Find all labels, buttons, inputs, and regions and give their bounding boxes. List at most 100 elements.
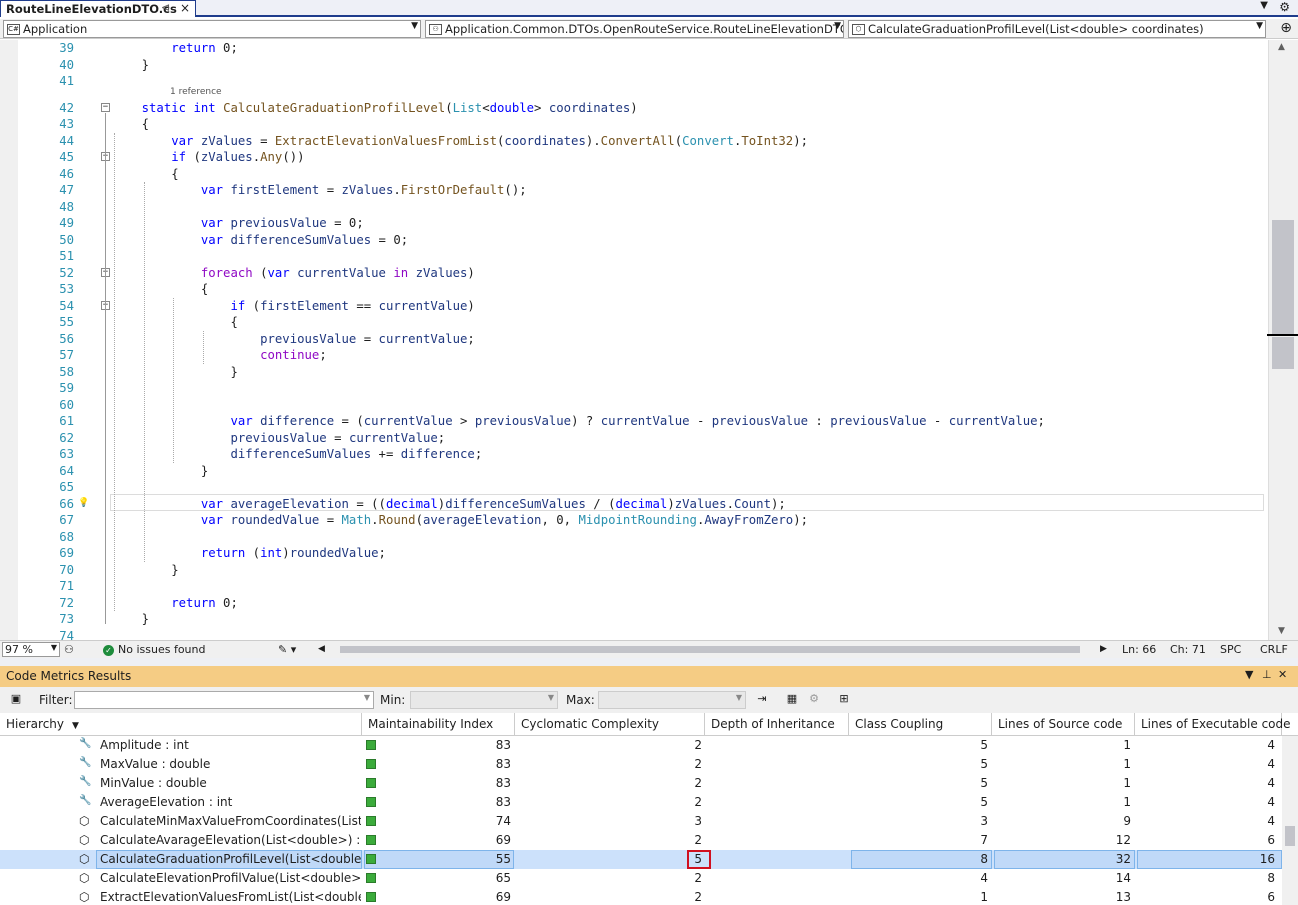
tab-overflow-icon[interactable]: ▼ bbox=[1260, 0, 1268, 11]
column-executable-lines[interactable]: Lines of Executable code bbox=[1135, 713, 1291, 736]
min-input[interactable]: ▼ bbox=[410, 691, 558, 709]
code-line[interactable]: 44 var zValues = ExtractElevationValuesF… bbox=[0, 133, 1268, 150]
health-icon[interactable]: ⚇ bbox=[64, 643, 74, 656]
chevron-down-icon: ▼ bbox=[50, 643, 57, 652]
code-line[interactable]: 58 } bbox=[0, 364, 1268, 381]
code-line[interactable]: 50 var differenceSumValues = 0; bbox=[0, 232, 1268, 249]
gear-icon[interactable]: ⚙ bbox=[806, 692, 822, 707]
column-maintainability[interactable]: Maintainability Index bbox=[362, 713, 515, 736]
line-ending-status[interactable]: CRLF bbox=[1260, 643, 1288, 656]
member-dropdown[interactable]: ⬡ CalculateGraduationProfilLevel(List<dou… bbox=[848, 20, 1266, 38]
code-line[interactable]: 42 static int CalculateGraduationProfilL… bbox=[0, 100, 1268, 117]
tab-routelineelevationdto[interactable]: RouteLineElevationDTO.cs ⊲ × bbox=[0, 0, 196, 17]
panel-scrollbar-thumb[interactable] bbox=[1285, 826, 1295, 846]
code-line[interactable]: 47 var firstElement = zValues.FirstOrDef… bbox=[0, 182, 1268, 199]
code-line[interactable]: 46 { bbox=[0, 166, 1268, 183]
code-line[interactable]: 52 foreach (var currentValue in zValues)… bbox=[0, 265, 1268, 282]
zoom-dropdown[interactable]: 97 % ▼ bbox=[2, 642, 60, 657]
pin-icon[interactable]: ⊲ bbox=[161, 1, 170, 14]
table-row[interactable]: 🔧 AverageElevation : int 83 2 5 1 4 bbox=[0, 793, 1282, 812]
column-hierarchy[interactable]: Hierarchy ▼ bbox=[0, 713, 362, 736]
lightbulb-icon[interactable]: 💡 bbox=[78, 497, 89, 510]
line-number-status[interactable]: Ln: 66 bbox=[1122, 643, 1156, 656]
settings-icon[interactable]: ⚙ bbox=[1279, 0, 1290, 14]
code-line[interactable]: 62 previousValue = currentValue; bbox=[0, 430, 1268, 447]
vertical-scrollbar[interactable]: ▲ ▼ bbox=[1267, 40, 1298, 640]
scrollbar-thumb-lower[interactable] bbox=[1272, 337, 1294, 369]
code-line[interactable]: 63 differenceSumValues += difference; bbox=[0, 446, 1268, 463]
project-dropdown[interactable]: C# Application ▼ bbox=[3, 20, 421, 38]
code-text: var firstElement = zValues.FirstOrDefaul… bbox=[200, 183, 527, 197]
scroll-up-icon[interactable]: ▲ bbox=[1278, 42, 1285, 52]
indent-guide bbox=[114, 132, 115, 611]
collapse-icon[interactable]: − bbox=[101, 102, 110, 112]
code-line[interactable]: 65 bbox=[0, 479, 1268, 496]
code-area[interactable]: 1 reference 39 return 0; 40 } 41 42 static … bbox=[0, 40, 1268, 640]
code-line[interactable]: 55 { bbox=[0, 314, 1268, 331]
scrollbar-thumb[interactable] bbox=[1272, 220, 1294, 335]
code-line[interactable]: 54 if (firstElement == currentValue) − bbox=[0, 298, 1268, 315]
class-dropdown[interactable]: ⚇ Application.Common.DTOs.OpenRouteServic… bbox=[425, 20, 844, 38]
export-excel-icon[interactable]: ▦ bbox=[784, 692, 800, 707]
panel-splitter[interactable] bbox=[0, 658, 1298, 666]
scroll-left-icon[interactable]: ◀ bbox=[318, 644, 325, 654]
column-depth[interactable]: Depth of Inheritance bbox=[705, 713, 849, 736]
column-source-lines[interactable]: Lines of Source code bbox=[992, 713, 1135, 736]
code-line[interactable]: 39 return 0; bbox=[0, 40, 1268, 57]
horizontal-scrollbar[interactable] bbox=[330, 646, 1092, 653]
issues-indicator[interactable]: ✓ No issues found bbox=[103, 643, 205, 656]
panel-dropdown-icon[interactable]: ▼ bbox=[1245, 668, 1253, 681]
max-input[interactable]: ▼ bbox=[598, 691, 746, 709]
code-line[interactable]: 45 if (zValues.Any()) − bbox=[0, 149, 1268, 166]
code-line[interactable]: 71 bbox=[0, 578, 1268, 595]
code-line[interactable]: 74 bbox=[0, 628, 1268, 641]
code-line[interactable]: 67 var roundedValue = Math.Round(average… bbox=[0, 512, 1268, 529]
close-tab-icon[interactable]: × bbox=[180, 1, 190, 15]
code-line[interactable]: 72 return 0; bbox=[0, 595, 1268, 612]
code-line[interactable]: 60 bbox=[0, 397, 1268, 414]
table-row[interactable]: ⬡ CalculateAvarageElevation(List<double>)… bbox=[0, 831, 1282, 850]
calculate-metrics-icon[interactable]: ▣ bbox=[8, 692, 24, 707]
column-coupling[interactable]: Class Coupling bbox=[849, 713, 992, 736]
code-line[interactable]: 56 previousValue = currentValue; bbox=[0, 331, 1268, 348]
code-line[interactable]: 69 return (int)roundedValue; bbox=[0, 545, 1268, 562]
code-line[interactable]: 48 bbox=[0, 199, 1268, 216]
code-line[interactable]: 64 } bbox=[0, 463, 1268, 480]
table-row[interactable]: ⬡ CalculateGraduationProfilLevel(List<dou… bbox=[0, 850, 1282, 869]
code-line[interactable]: 53 { bbox=[0, 281, 1268, 298]
table-row[interactable]: ⬡ CalculateMinMaxValueFromCoordinates(Lis… bbox=[0, 812, 1282, 831]
column-status[interactable]: Ch: 71 bbox=[1170, 643, 1206, 656]
code-line[interactable]: 61 var difference = (currentValue > prev… bbox=[0, 413, 1268, 430]
sort-down-icon[interactable]: ▼ bbox=[72, 721, 79, 731]
code-line[interactable]: 51 bbox=[0, 248, 1268, 265]
table-row[interactable]: ⬡ ExtractElevationValuesFromList(List<dou… bbox=[0, 888, 1282, 905]
pin-icon[interactable]: ⊥ bbox=[1262, 668, 1272, 681]
scroll-right-icon[interactable]: ▶ bbox=[1100, 644, 1107, 654]
add-remove-columns-icon[interactable]: ⊞ bbox=[836, 692, 852, 707]
code-line[interactable]: 49 var previousValue = 0; bbox=[0, 215, 1268, 232]
table-row[interactable]: ⬡ CalculateElevationProfilValue(List<doub… bbox=[0, 869, 1282, 888]
scroll-down-icon[interactable]: ▼ bbox=[1278, 626, 1285, 636]
code-line[interactable]: 41 bbox=[0, 73, 1268, 90]
whitespace-status[interactable]: SPC bbox=[1220, 643, 1241, 656]
code-line[interactable]: 57 continue; bbox=[0, 347, 1268, 364]
code-cleanup-icon[interactable]: ✎ ▾ bbox=[278, 643, 296, 656]
code-line[interactable]: 73 } bbox=[0, 611, 1268, 628]
code-line[interactable]: 59 bbox=[0, 380, 1268, 397]
column-cyclomatic[interactable]: Cyclomatic Complexity bbox=[515, 713, 705, 736]
split-window-icon[interactable]: ⊕ bbox=[1280, 20, 1292, 36]
table-row[interactable]: 🔧 MinValue : double 83 2 5 1 4 bbox=[0, 774, 1282, 793]
code-line[interactable]: 66 var averageElevation = ((decimal)diff… bbox=[0, 496, 1268, 513]
table-row[interactable]: 🔧 MaxValue : double 83 2 5 1 4 bbox=[0, 755, 1282, 774]
horizontal-scrollbar-thumb[interactable] bbox=[340, 646, 1080, 653]
table-row[interactable]: 🔧 Amplitude : int 83 2 5 1 4 bbox=[0, 736, 1282, 755]
code-line[interactable]: 70 } bbox=[0, 562, 1268, 579]
close-icon[interactable]: ✕ bbox=[1278, 668, 1287, 681]
code-line[interactable]: 40 } bbox=[0, 57, 1268, 74]
filter-dropdown[interactable]: ▼ bbox=[74, 691, 374, 709]
code-line[interactable]: 43 { bbox=[0, 116, 1268, 133]
apply-filter-icon[interactable]: ⇥ bbox=[754, 692, 770, 707]
code-line[interactable]: 68 bbox=[0, 529, 1268, 546]
code-editor[interactable]: 1 reference 39 return 0; 40 } 41 42 static … bbox=[0, 40, 1298, 640]
panel-vertical-scrollbar[interactable] bbox=[1282, 736, 1298, 905]
